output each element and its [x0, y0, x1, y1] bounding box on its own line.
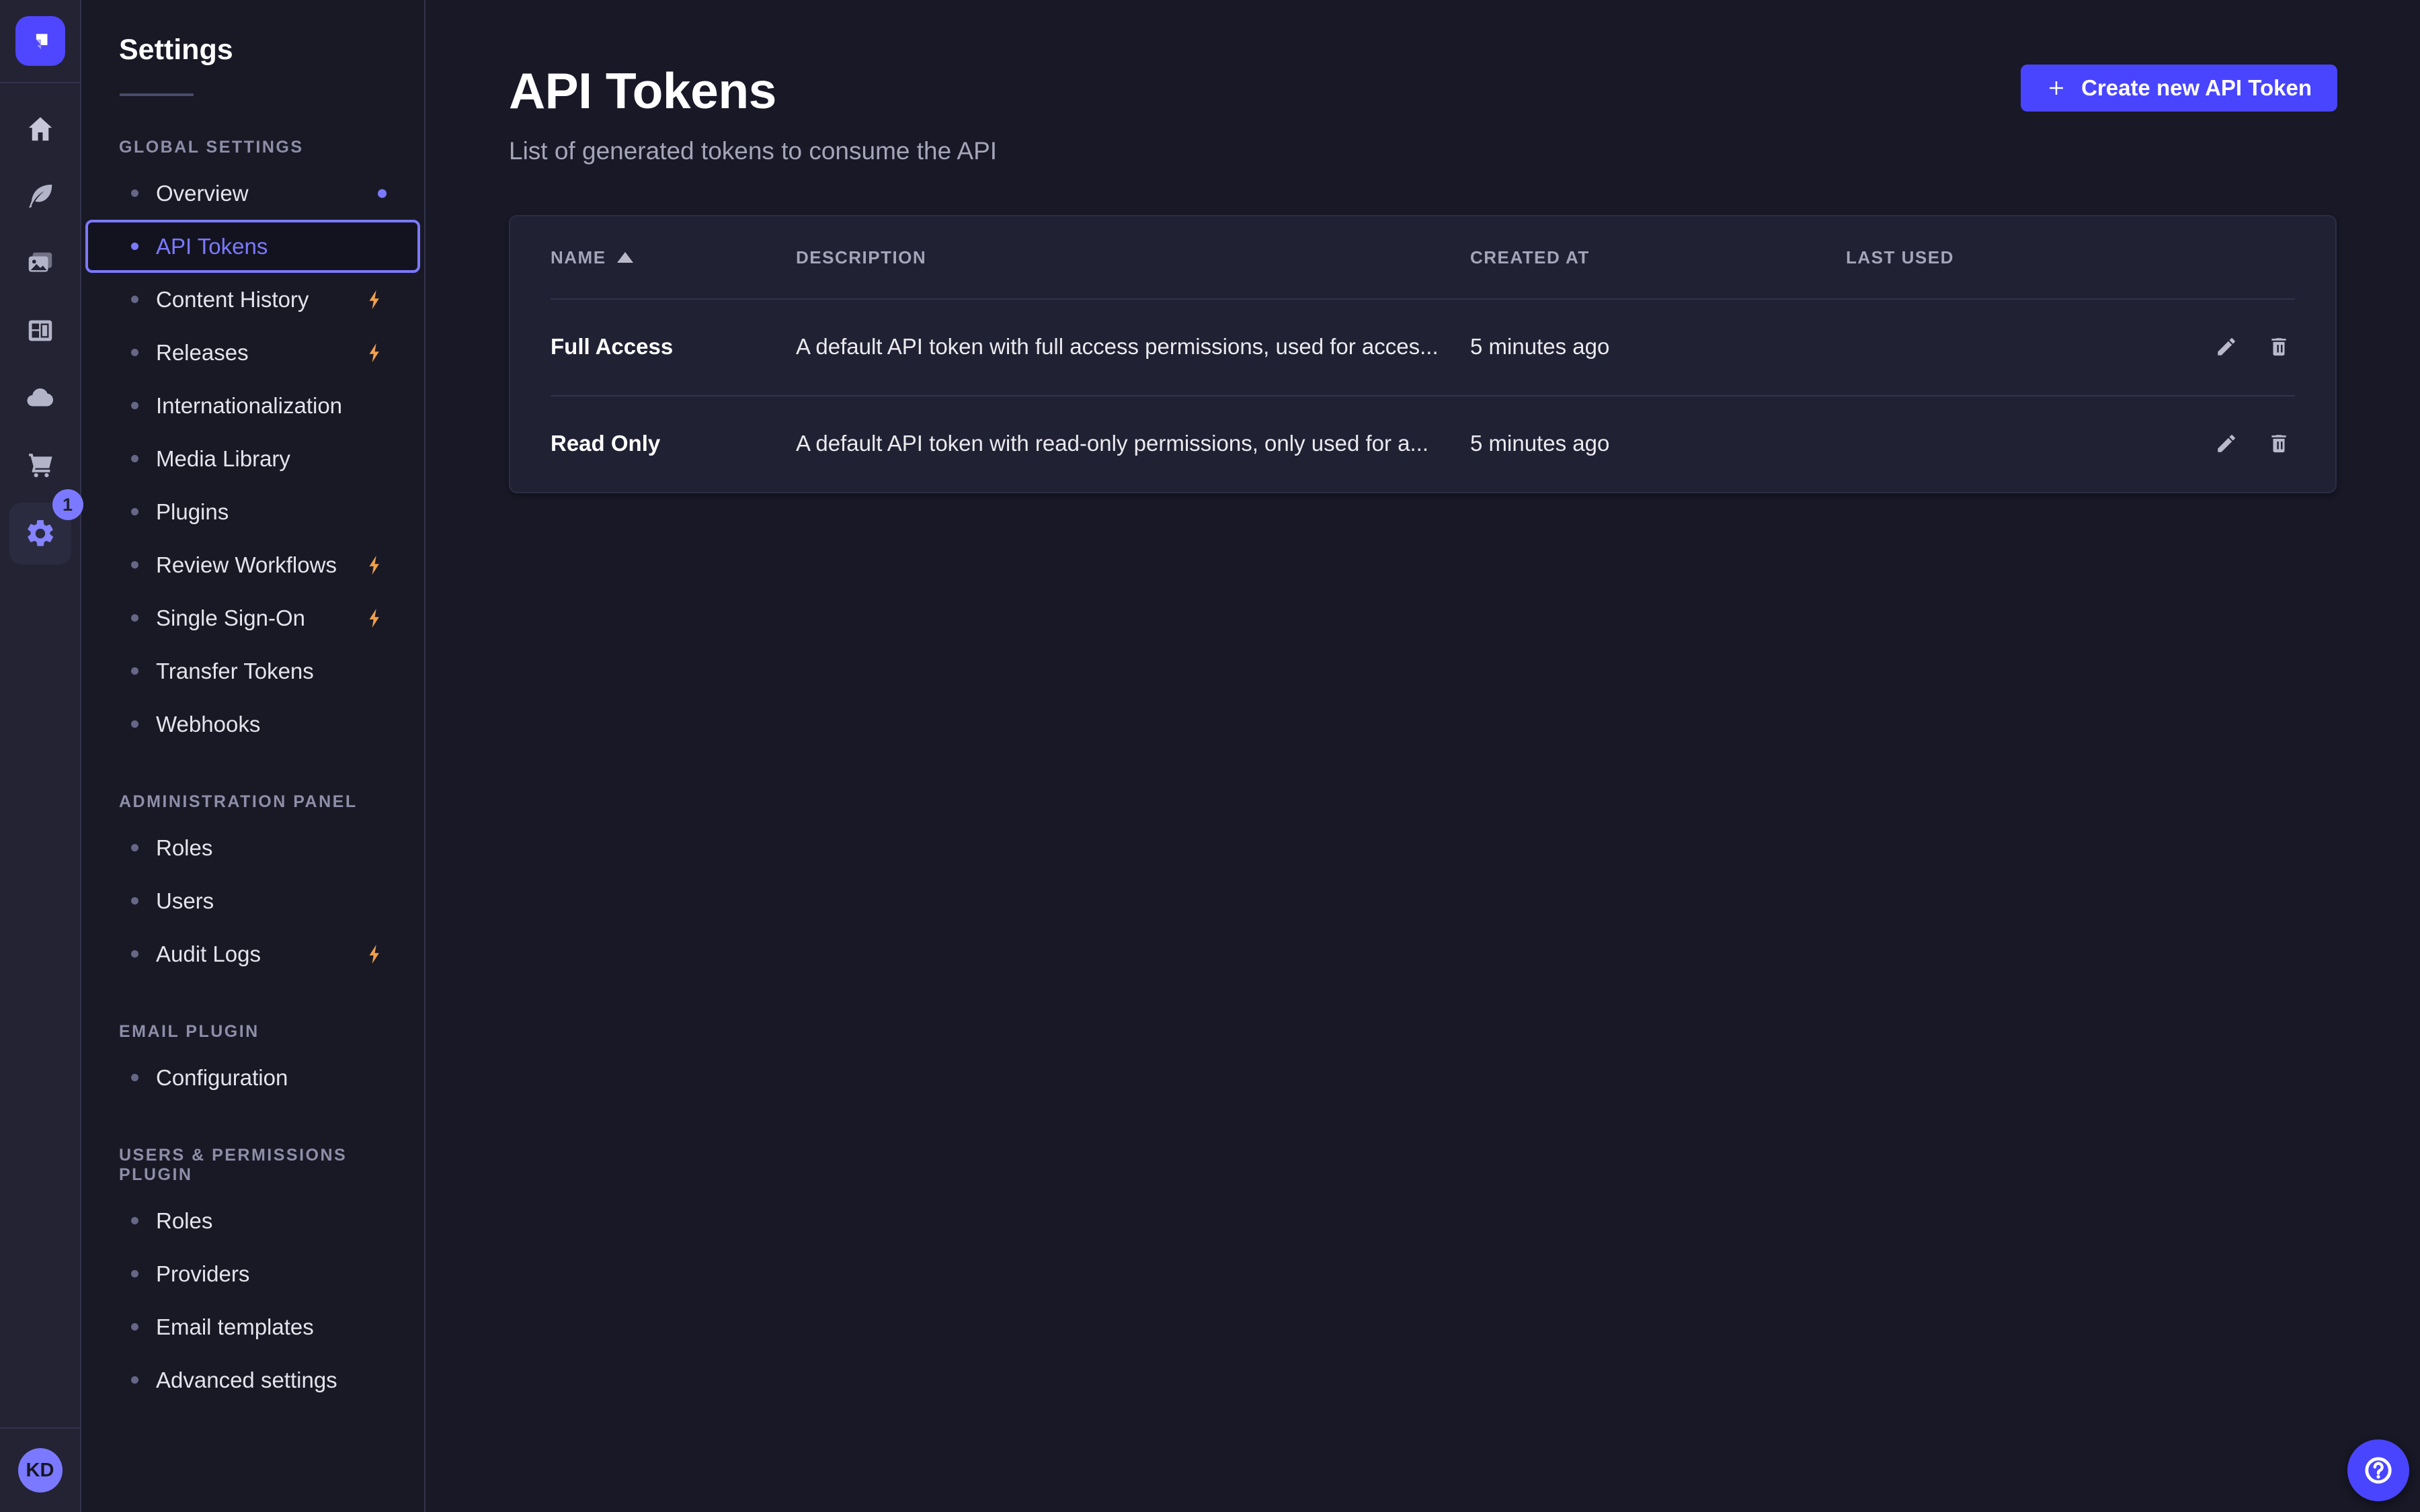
rail-divider	[0, 82, 81, 83]
lightning-icon	[364, 339, 387, 366]
section-administration-panel: ADMINISTRATION PANEL	[119, 792, 424, 812]
bullet-icon	[131, 667, 138, 675]
token-name: Read Only	[551, 431, 796, 456]
edit-button[interactable]	[2210, 331, 2243, 363]
bullet-icon	[131, 1323, 138, 1331]
bullet-icon	[131, 349, 138, 356]
question-mark-icon	[2362, 1454, 2394, 1486]
table-header-row: NAME DESCRIPTION CREATED AT LAST USED	[510, 216, 2335, 298]
gear-icon	[24, 517, 56, 550]
column-header-created-at: CREATED AT	[1470, 247, 1846, 268]
bullet-icon	[131, 296, 138, 303]
bullet-icon	[131, 243, 138, 250]
nav-item-review-workflows[interactable]: Review Workflows	[87, 538, 419, 591]
deploy-cloud-icon[interactable]	[24, 382, 56, 414]
nav-item-releases[interactable]: Releases	[87, 326, 419, 379]
delete-button[interactable]	[2263, 427, 2295, 460]
column-header-last-used: LAST USED	[1846, 247, 2135, 268]
icon-rail: 1 KD	[0, 0, 81, 1512]
bullet-icon	[131, 614, 138, 622]
nav-item-advanced-settings[interactable]: Advanced settings	[87, 1353, 419, 1406]
nav-item-users[interactable]: Users	[87, 874, 419, 927]
nav-item-roles-admin[interactable]: Roles	[87, 821, 419, 874]
bullet-icon	[131, 508, 138, 515]
delete-button[interactable]	[2263, 331, 2295, 363]
bullet-icon	[131, 455, 138, 462]
bullet-icon	[131, 1376, 138, 1384]
table-row[interactable]: Read Only A default API token with read-…	[510, 395, 2335, 492]
lightning-icon	[364, 552, 387, 579]
pencil-icon	[2215, 432, 2238, 455]
subnav-divider	[120, 93, 194, 96]
nav-item-audit-logs[interactable]: Audit Logs	[87, 927, 419, 980]
lightning-icon	[364, 286, 387, 313]
marketplace-cart-icon[interactable]	[24, 449, 56, 481]
table-row[interactable]: Full Access A default API token with ful…	[510, 298, 2335, 395]
home-icon[interactable]	[24, 113, 56, 145]
bullet-icon	[131, 561, 138, 569]
page-title: API Tokens	[509, 62, 997, 120]
bullet-icon	[131, 1217, 138, 1224]
help-button[interactable]	[2347, 1439, 2409, 1501]
nav-item-internationalization[interactable]: Internationalization	[87, 379, 419, 432]
nav-item-plugins[interactable]: Plugins	[87, 485, 419, 538]
nav-item-email-templates[interactable]: Email templates	[87, 1300, 419, 1353]
bullet-icon	[131, 1074, 138, 1081]
column-header-name[interactable]: NAME	[551, 247, 796, 268]
settings-subnav: Settings GLOBAL SETTINGS Overview API To…	[81, 0, 426, 1512]
nav-item-configuration[interactable]: Configuration	[87, 1051, 419, 1104]
bullet-icon	[131, 402, 138, 409]
page-subtitle: List of generated tokens to consume the …	[509, 137, 997, 165]
trash-icon	[2267, 335, 2290, 358]
subnav-title: Settings	[119, 34, 424, 67]
plus-icon	[2046, 78, 2066, 98]
column-header-description: DESCRIPTION	[796, 247, 1470, 268]
sort-ascending-icon	[617, 252, 633, 263]
bullet-icon	[131, 190, 138, 197]
nav-item-transfer-tokens[interactable]: Transfer Tokens	[87, 644, 419, 698]
bullet-icon	[131, 1270, 138, 1277]
nav-item-roles-up[interactable]: Roles	[87, 1194, 419, 1247]
bullet-icon	[131, 897, 138, 905]
token-description: A default API token with read-only permi…	[796, 431, 1470, 456]
nav-item-providers[interactable]: Providers	[87, 1247, 419, 1300]
api-tokens-table: NAME DESCRIPTION CREATED AT LAST USED Fu…	[509, 215, 2337, 493]
settings-gear-active[interactable]: 1	[9, 503, 71, 564]
bullet-icon	[131, 950, 138, 958]
lightning-icon	[364, 605, 387, 632]
nav-item-api-tokens[interactable]: API Tokens	[85, 220, 420, 273]
token-created-at: 5 minutes ago	[1470, 334, 1846, 360]
main-content: API Tokens List of generated tokens to c…	[426, 0, 2420, 1512]
nav-item-overview[interactable]: Overview	[87, 167, 419, 220]
strapi-admin: 1 KD Settings GLOBAL SETTINGS Overview A…	[0, 0, 2420, 1512]
section-global-settings: GLOBAL SETTINGS	[119, 138, 424, 157]
bullet-icon	[131, 844, 138, 851]
nav-item-single-sign-on[interactable]: Single Sign-On	[87, 591, 419, 644]
bullet-icon	[131, 720, 138, 728]
lightning-icon	[364, 941, 387, 968]
token-name: Full Access	[551, 334, 796, 360]
trash-icon	[2267, 432, 2290, 455]
user-avatar[interactable]: KD	[18, 1448, 63, 1493]
section-users-permissions-plugin: USERS & PERMISSIONS PLUGIN	[119, 1146, 424, 1185]
content-type-builder-icon[interactable]	[24, 314, 56, 347]
settings-notification-badge: 1	[52, 489, 83, 520]
nav-item-webhooks[interactable]: Webhooks	[87, 698, 419, 751]
token-description: A default API token with full access per…	[796, 334, 1470, 360]
nav-item-content-history[interactable]: Content History	[87, 273, 419, 326]
content-manager-feather-icon[interactable]	[24, 180, 56, 212]
create-api-token-button[interactable]: Create new API Token	[2021, 65, 2337, 112]
media-library-icon[interactable]	[24, 247, 56, 280]
token-created-at: 5 minutes ago	[1470, 431, 1846, 456]
edit-button[interactable]	[2210, 427, 2243, 460]
notification-dot	[378, 189, 387, 198]
nav-item-media-library[interactable]: Media Library	[87, 432, 419, 485]
section-email-plugin: EMAIL PLUGIN	[119, 1022, 424, 1042]
strapi-logo[interactable]	[15, 16, 65, 66]
pencil-icon	[2215, 335, 2238, 358]
